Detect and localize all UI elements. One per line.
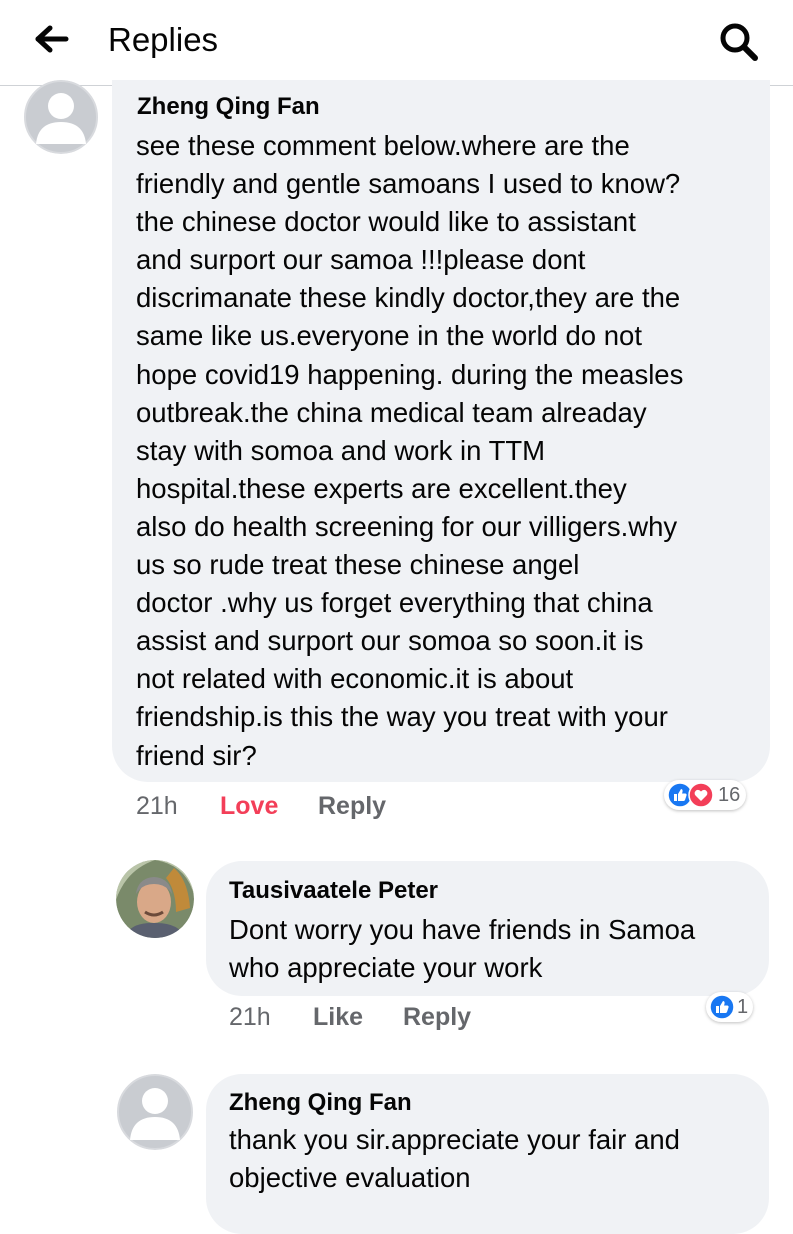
avatar[interactable] bbox=[22, 80, 100, 154]
comment-line: thank you sir.appreciate your fair and bbox=[229, 1124, 680, 1155]
comment-line: discrimanate these kindly doctor,they ar… bbox=[136, 282, 681, 314]
comment-line: hospital.these experts are excellent.the… bbox=[136, 472, 627, 504]
comment-line: friendship.is this the way you treat wit… bbox=[136, 701, 668, 733]
reply-button[interactable]: Reply bbox=[403, 1001, 471, 1033]
comment-line: friend sir? bbox=[136, 739, 257, 771]
page-title: Replies bbox=[108, 21, 219, 58]
reaction-summary[interactable]: 16 bbox=[664, 780, 747, 810]
comment-line: same like us.everyone in the world do no… bbox=[136, 320, 642, 352]
search-button[interactable] bbox=[715, 18, 765, 64]
avatar[interactable] bbox=[116, 860, 194, 938]
default-avatar-icon bbox=[117, 1074, 193, 1150]
default-avatar-icon bbox=[24, 80, 98, 154]
reaction-count: 16 bbox=[718, 783, 741, 806]
timestamp[interactable]: 21h bbox=[229, 1001, 271, 1033]
comment-line: doctor .why us forget everything that ch… bbox=[136, 587, 653, 619]
comment-author[interactable]: Zheng Qing Fan bbox=[137, 92, 320, 122]
comment-line: objective evaluation bbox=[229, 1162, 471, 1194]
comment-line: outbreak.the china medical team alreaday bbox=[136, 396, 647, 428]
comment-text: see these comment below.where are the fr… bbox=[136, 127, 683, 775]
comment-text: thank you sir.appreciate your fair and o… bbox=[229, 1121, 680, 1197]
comment-line: who appreciate your work bbox=[229, 952, 543, 984]
profile-photo bbox=[116, 860, 194, 938]
comment-line: also do health screening for our villige… bbox=[136, 510, 678, 542]
like-icon bbox=[709, 994, 735, 1020]
comment-author[interactable]: Zheng Qing Fan bbox=[229, 1088, 412, 1118]
avatar[interactable] bbox=[116, 1074, 194, 1150]
search-icon bbox=[720, 23, 758, 61]
comment-text: Dont worry you have friends in Samoa who… bbox=[229, 911, 695, 987]
comment-author[interactable]: Tausivaatele Peter bbox=[229, 876, 438, 906]
comment-line: stay with somoa and work in TTM bbox=[136, 434, 546, 466]
comment-line: not related with economic.it is about bbox=[136, 663, 574, 695]
love-icon bbox=[688, 782, 714, 808]
reply-button[interactable]: Reply bbox=[318, 790, 386, 822]
comment-line: and surport our samoa !!!please dont bbox=[136, 244, 586, 276]
comment-line: the chinese doctor would like to assista… bbox=[136, 206, 636, 238]
comment-line: Dont worry you have friends in Samoa bbox=[229, 914, 696, 945]
comment-line: us so rude treat these chinese angel bbox=[136, 549, 580, 581]
reaction-count: 1 bbox=[737, 995, 749, 1018]
reaction-summary[interactable]: 1 bbox=[706, 992, 754, 1022]
timestamp[interactable]: 21h bbox=[136, 790, 178, 822]
arrow-left-icon bbox=[35, 25, 69, 53]
comment-line: assist and surport our somoa so soon.it … bbox=[136, 625, 644, 657]
comment-line: hope covid19 happening. during the measl… bbox=[136, 358, 684, 390]
comment-line: see these comment below.where are the bbox=[136, 130, 630, 161]
love-button[interactable]: Love bbox=[220, 790, 278, 822]
back-button[interactable] bbox=[30, 20, 76, 60]
top-bar: Replies bbox=[0, 0, 793, 86]
comment-line: friendly and gentle samoans I used to kn… bbox=[136, 168, 681, 200]
like-button[interactable]: Like bbox=[313, 1001, 363, 1033]
